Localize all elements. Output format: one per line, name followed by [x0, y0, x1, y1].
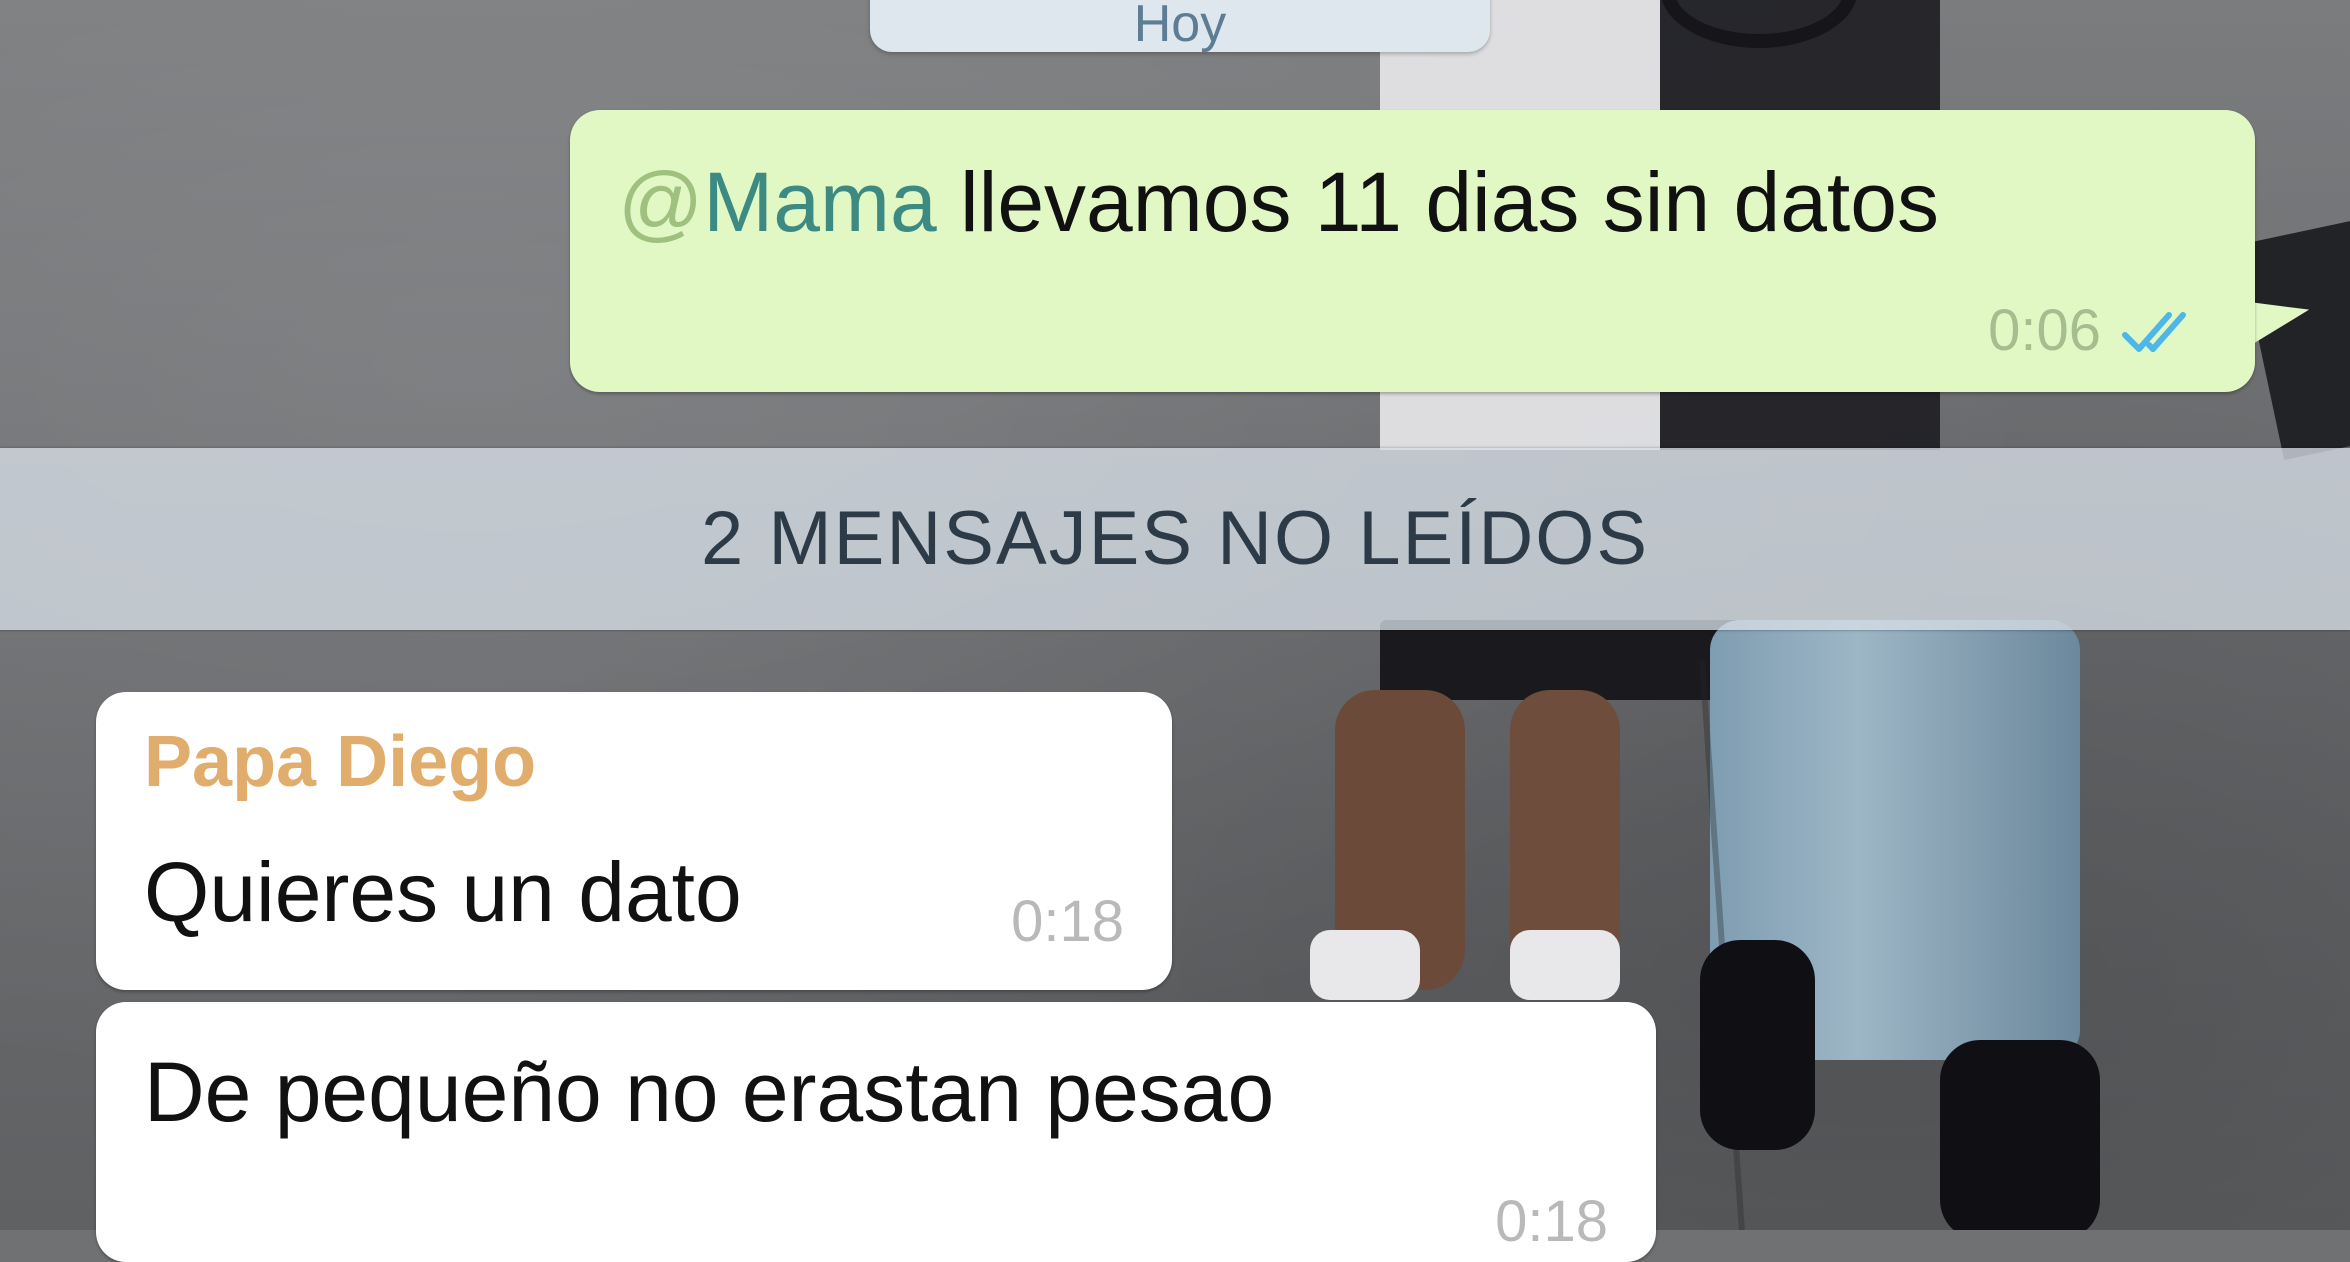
- sender-name[interactable]: Papa Diego: [144, 722, 536, 802]
- unread-messages-banner: 2 MENSAJES NO LEÍDOS: [0, 448, 2350, 630]
- outgoing-message-body: llevamos 11 dias sin datos: [936, 155, 1939, 249]
- incoming-message-text: Quieres un dato: [144, 845, 742, 939]
- incoming-message[interactable]: De pequeño no erastan pesao 0:18: [96, 1002, 1656, 1262]
- message-time: 0:18: [1011, 889, 1124, 954]
- incoming-message[interactable]: Papa Diego Quieres un dato 0:18: [96, 692, 1172, 990]
- outgoing-message-meta: 0:06: [1988, 297, 2207, 364]
- double-check-read-icon: [2122, 311, 2186, 352]
- unread-messages-label: 2 MENSAJES NO LEÍDOS: [700, 496, 1650, 581]
- outgoing-message-text: @Mama llevamos 11 dias sin datos: [618, 152, 1939, 252]
- mention-name: Mama: [703, 155, 937, 249]
- wallpaper-shoe: [1700, 940, 1815, 1150]
- incoming-message-text: De pequeño no erastan pesao: [144, 1045, 1275, 1139]
- message-time: 0:06: [1988, 298, 2101, 363]
- date-separator-label: Hoy: [1133, 0, 1227, 53]
- wallpaper-sock: [1510, 930, 1620, 1000]
- mention-link[interactable]: @Mama: [618, 155, 937, 249]
- wallpaper-shoe: [1940, 1040, 2100, 1230]
- wallpaper-sock: [1310, 930, 1420, 1000]
- date-separator: Hoy: [870, 0, 1490, 52]
- mention-at-sign: @: [618, 155, 704, 249]
- message-time: 0:18: [1495, 1189, 1608, 1254]
- outgoing-message[interactable]: @Mama llevamos 11 dias sin datos 0:06: [570, 110, 2255, 392]
